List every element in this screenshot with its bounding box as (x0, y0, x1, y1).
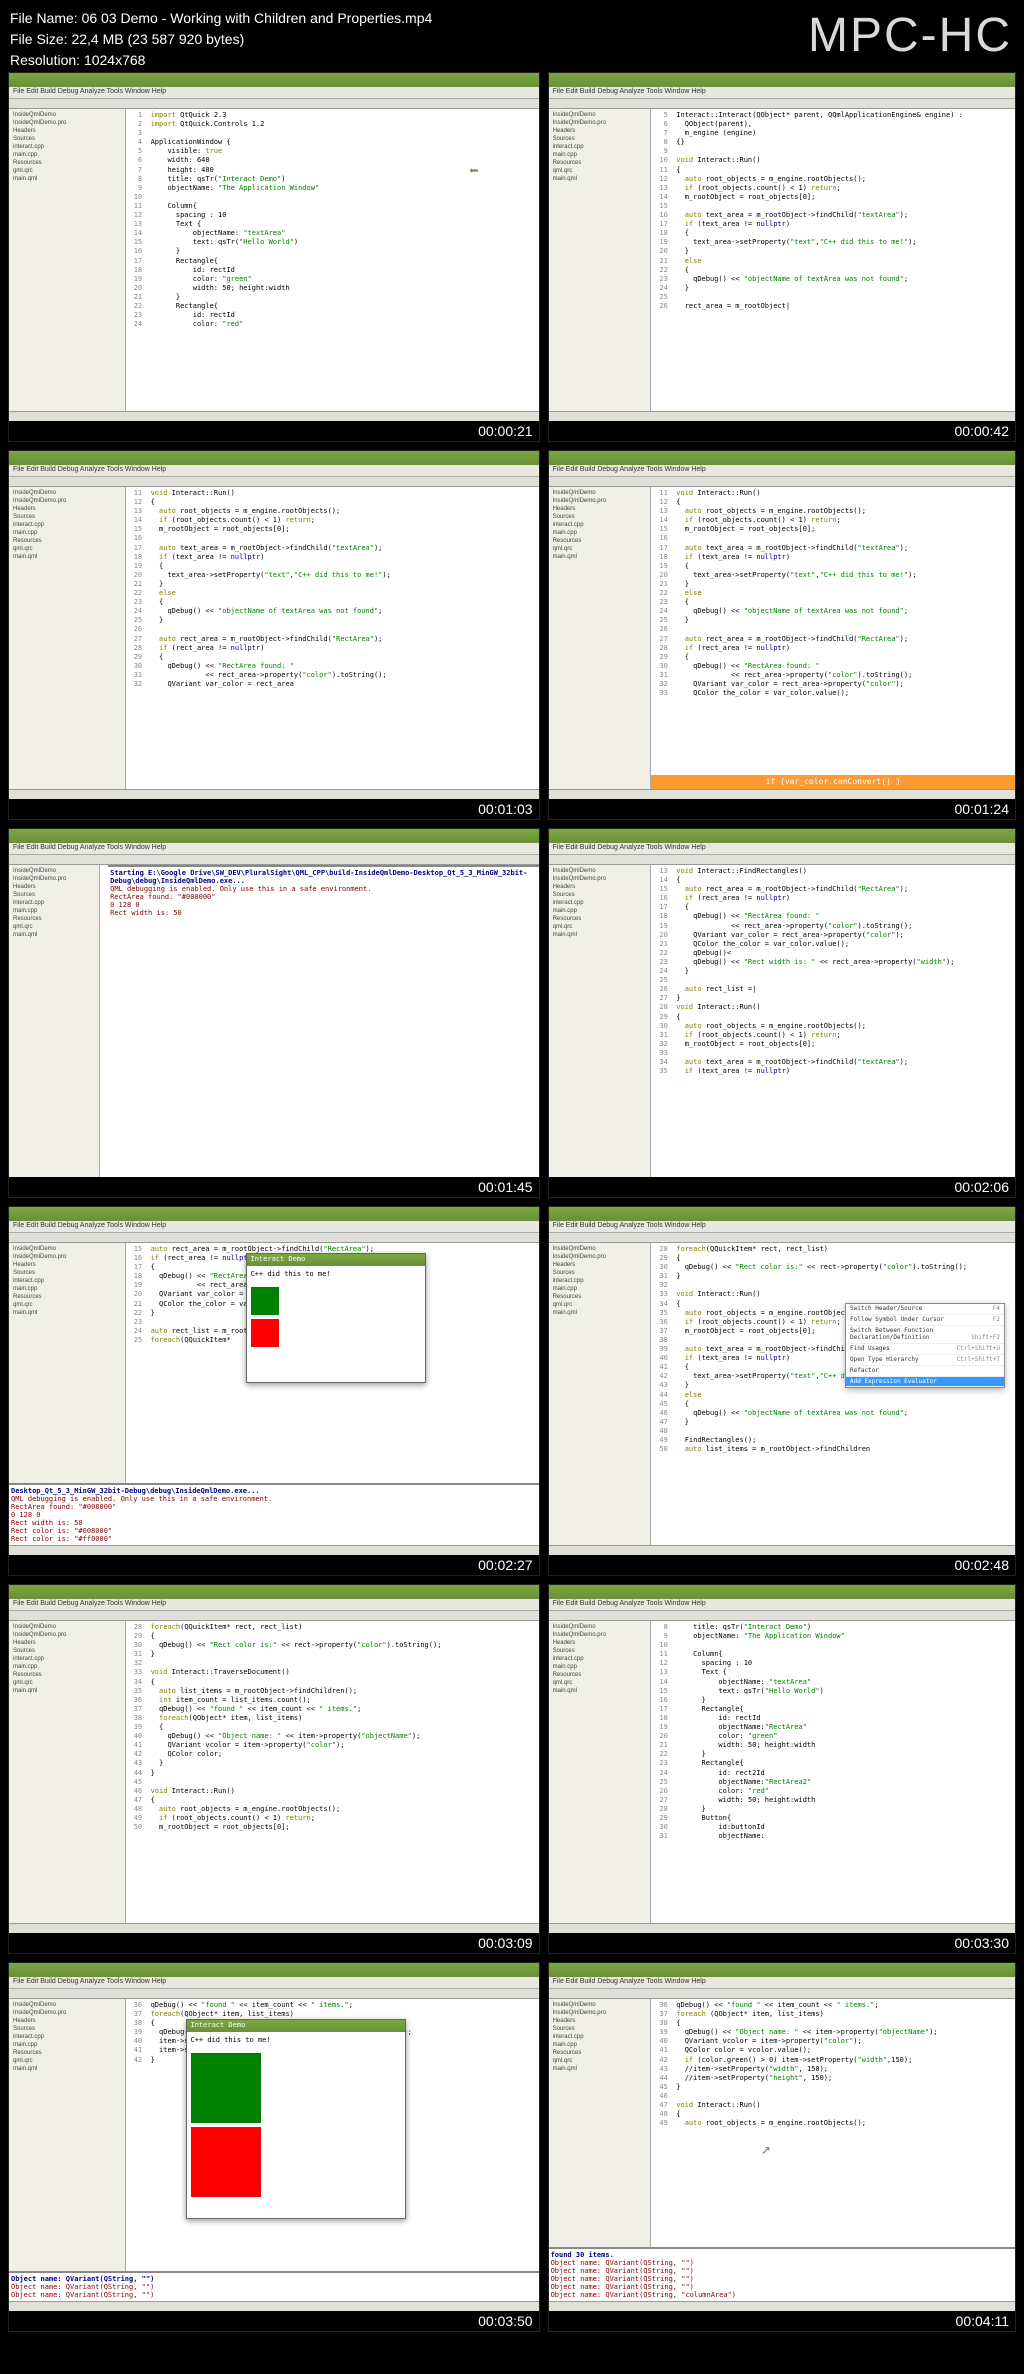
timestamp-label: 00:00:21 (478, 423, 533, 439)
ide-screenshot: File Edit Build Debug Analyze Tools Wind… (9, 829, 539, 1177)
thumbnail-cell[interactable]: File Edit Build Debug Analyze Tools Wind… (8, 1206, 540, 1576)
timestamp-label: 00:04:11 (956, 2313, 1009, 2329)
thumbnail-grid: File Edit Build Debug Analyze Tools Wind… (8, 72, 1016, 2332)
timestamp-label: 00:02:48 (955, 1557, 1010, 1573)
thumbnail-cell[interactable]: File Edit Build Debug Analyze Tools Wind… (548, 1962, 1016, 2332)
timestamp-label: 00:03:09 (478, 1935, 533, 1951)
ide-screenshot: File Edit Build Debug Analyze Tools Wind… (9, 73, 539, 421)
ide-screenshot: File Edit Build Debug Analyze Tools Wind… (9, 1207, 539, 1555)
thumbnail-cell[interactable]: File Edit Build Debug Analyze Tools Wind… (8, 828, 540, 1198)
thumbnail-cell[interactable]: File Edit Build Debug Analyze Tools Wind… (548, 450, 1016, 820)
ide-screenshot: File Edit Build Debug Analyze Tools Wind… (549, 829, 1015, 1177)
thumbnail-cell[interactable]: File Edit Build Debug Analyze Tools Wind… (8, 1584, 540, 1954)
thumbnail-cell[interactable]: File Edit Build Debug Analyze Tools Wind… (8, 72, 540, 442)
ide-screenshot: File Edit Build Debug Analyze Tools Wind… (9, 1963, 539, 2311)
ide-screenshot: File Edit Build Debug Analyze Tools Wind… (549, 1963, 1015, 2311)
ide-screenshot: File Edit Build Debug Analyze Tools Wind… (549, 451, 1015, 799)
ide-screenshot: File Edit Build Debug Analyze Tools Wind… (549, 1207, 1015, 1555)
timestamp-label: 00:02:27 (478, 1557, 533, 1573)
ide-screenshot: File Edit Build Debug Analyze Tools Wind… (549, 73, 1015, 421)
thumbnail-cell[interactable]: File Edit Build Debug Analyze Tools Wind… (548, 72, 1016, 442)
thumbnail-cell[interactable]: File Edit Build Debug Analyze Tools Wind… (548, 1584, 1016, 1954)
thumbnail-cell[interactable]: File Edit Build Debug Analyze Tools Wind… (548, 1206, 1016, 1576)
timestamp-label: 00:01:45 (478, 1179, 533, 1195)
timestamp-label: 00:02:06 (955, 1179, 1010, 1195)
player-watermark: MPC-HC (808, 8, 1012, 63)
thumbnail-cell[interactable]: File Edit Build Debug Analyze Tools Wind… (8, 450, 540, 820)
timestamp-label: 00:01:24 (955, 801, 1010, 817)
timestamp-label: 00:00:42 (955, 423, 1010, 439)
media-player: MPC-HC File Name: 06 03 Demo - Working w… (0, 0, 1024, 2374)
timestamp-label: 00:03:30 (955, 1935, 1010, 1951)
timestamp-label: 00:03:50 (478, 2313, 533, 2329)
timestamp-label: 00:01:03 (478, 801, 533, 817)
thumbnail-cell[interactable]: File Edit Build Debug Analyze Tools Wind… (8, 1962, 540, 2332)
thumbnail-cell[interactable]: File Edit Build Debug Analyze Tools Wind… (548, 828, 1016, 1198)
ide-screenshot: File Edit Build Debug Analyze Tools Wind… (549, 1585, 1015, 1933)
ide-screenshot: File Edit Build Debug Analyze Tools Wind… (9, 1585, 539, 1933)
ide-screenshot: File Edit Build Debug Analyze Tools Wind… (9, 451, 539, 799)
